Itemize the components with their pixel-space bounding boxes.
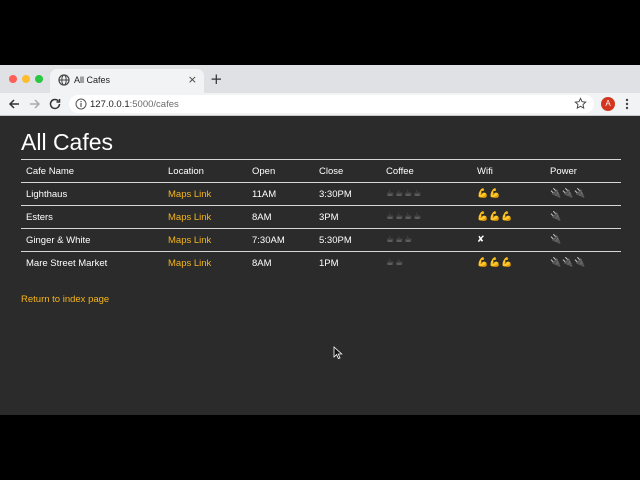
return-to-index-link[interactable]: Return to index page	[21, 294, 109, 305]
tab-all-cafes[interactable]: All Cafes ×	[50, 69, 204, 93]
maps-link[interactable]: Maps Link	[168, 258, 211, 269]
close-time: 3PM	[314, 205, 381, 229]
header-location: Location	[163, 159, 247, 183]
cafe-name: Ginger & White	[21, 228, 163, 252]
wifi-rating: 💪💪💪	[472, 251, 545, 274]
power-rating: 🔌	[545, 228, 621, 252]
close-time: 1PM	[314, 251, 381, 274]
close-window-button[interactable]	[9, 75, 17, 83]
browser-window: All Cafes × + 127.0.0.1:5000/cafes A All…	[0, 65, 640, 415]
wifi-rating: 💪💪	[472, 182, 545, 206]
url-path: :5000/cafes	[129, 99, 179, 110]
tab-title: All Cafes	[74, 75, 111, 85]
address-bar[interactable]: 127.0.0.1:5000/cafes	[69, 95, 594, 113]
bookmark-star-icon[interactable]	[574, 97, 587, 110]
browser-toolbar: 127.0.0.1:5000/cafes A	[0, 93, 640, 116]
open-time: 8AM	[247, 205, 314, 229]
table-header-row: Cafe Name Location Open Close Coffee Wif…	[21, 159, 621, 183]
info-icon[interactable]	[75, 98, 87, 110]
table-row: Ginger & White Maps Link 7:30AM 5:30PM ☕…	[21, 228, 621, 252]
back-arrow-icon[interactable]	[6, 96, 22, 112]
power-rating: 🔌	[545, 205, 621, 229]
cafe-name: Esters	[21, 205, 163, 229]
page-title: All Cafes	[21, 129, 114, 155]
globe-icon	[58, 74, 70, 86]
table-row: Esters Maps Link 8AM 3PM ☕☕☕☕ 💪💪💪 🔌	[21, 205, 621, 229]
zoom-window-button[interactable]	[35, 75, 43, 83]
header-cafe-name: Cafe Name	[21, 159, 163, 183]
avatar[interactable]: A	[601, 97, 615, 111]
maps-link[interactable]: Maps Link	[168, 189, 211, 200]
kebab-menu-icon[interactable]	[621, 97, 633, 111]
table-row: Mare Street Market Maps Link 8AM 1PM ☕☕ …	[21, 251, 621, 274]
header-open: Open	[247, 159, 314, 183]
header-close: Close	[314, 159, 381, 183]
maps-link[interactable]: Maps Link	[168, 235, 211, 246]
coffee-rating: ☕☕☕☕	[381, 182, 472, 206]
open-time: 7:30AM	[247, 228, 314, 252]
cafe-name: Mare Street Market	[21, 251, 163, 274]
minimize-window-button[interactable]	[22, 75, 30, 83]
power-rating: 🔌🔌🔌	[545, 182, 621, 206]
mouse-cursor-icon	[333, 346, 343, 360]
url-host: 127.0.0.1	[90, 99, 130, 110]
coffee-rating: ☕☕☕☕	[381, 205, 472, 229]
maps-link[interactable]: Maps Link	[168, 212, 211, 223]
tab-bar: All Cafes × +	[0, 65, 640, 93]
table-row: Lighthaus Maps Link 11AM 3:30PM ☕☕☕☕ 💪💪 …	[21, 182, 621, 206]
close-tab-icon[interactable]: ×	[188, 73, 197, 87]
wifi-rating: ✘	[472, 228, 545, 252]
open-time: 11AM	[247, 182, 314, 206]
close-time: 5:30PM	[314, 228, 381, 252]
reload-icon[interactable]	[47, 96, 63, 112]
header-coffee: Coffee	[381, 159, 472, 183]
header-power: Power	[545, 159, 621, 183]
forward-arrow-icon[interactable]	[27, 96, 43, 112]
cafe-name: Lighthaus	[21, 182, 163, 206]
power-rating: 🔌🔌🔌	[545, 251, 621, 274]
cafes-table: Cafe Name Location Open Close Coffee Wif…	[21, 159, 621, 274]
open-time: 8AM	[247, 251, 314, 274]
new-tab-button[interactable]: +	[210, 70, 223, 88]
header-wifi: Wifi	[472, 159, 545, 183]
coffee-rating: ☕☕☕	[381, 228, 472, 252]
page-content: All Cafes Cafe Name Location Open Close …	[0, 116, 640, 415]
wifi-rating: 💪💪💪	[472, 205, 545, 229]
coffee-rating: ☕☕	[381, 251, 472, 274]
close-time: 3:30PM	[314, 182, 381, 206]
url-text: 127.0.0.1:5000/cafes	[90, 99, 179, 110]
